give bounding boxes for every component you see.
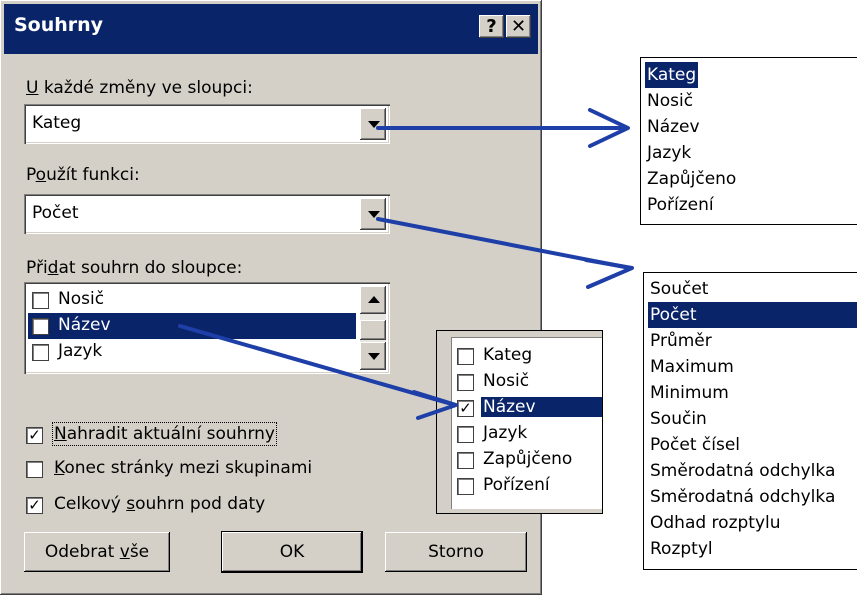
arrow-head-icon — [584, 258, 634, 289]
connector-arrows — [178, 108, 634, 420]
arrow-head-icon — [412, 390, 458, 420]
